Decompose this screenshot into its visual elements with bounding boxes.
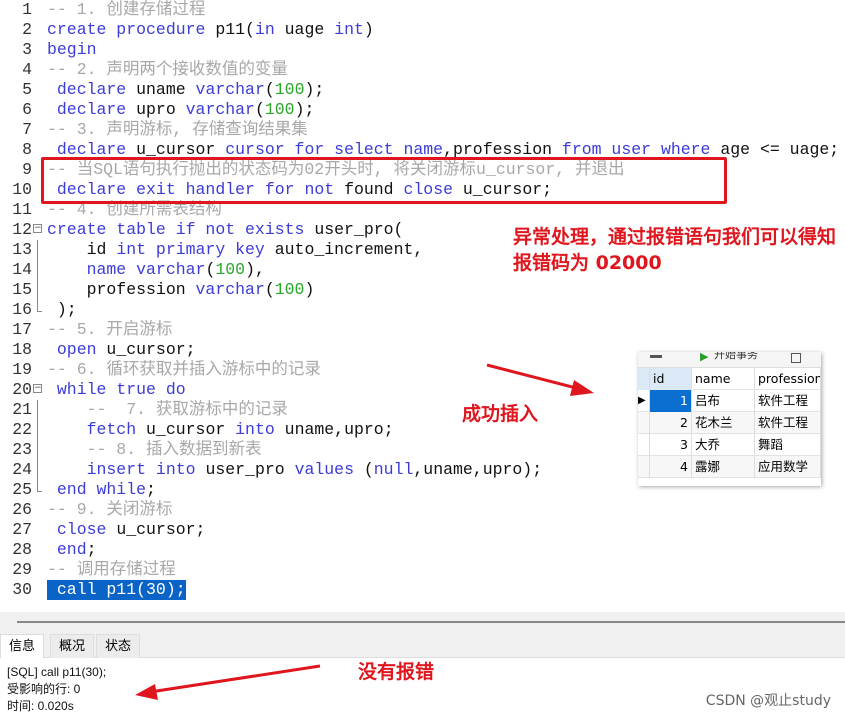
grid-cell[interactable]: 软件工程 [755, 390, 821, 412]
play-icon[interactable]: ▶ [700, 352, 708, 363]
grid-cell[interactable]: 大乔 [692, 434, 755, 456]
grid-cell[interactable]: 4 [650, 456, 692, 478]
grid-cell[interactable]: 露娜 [692, 456, 755, 478]
grid-cell[interactable]: 3 [650, 434, 692, 456]
arrow-to-grid [486, 363, 581, 391]
column-header[interactable]: profession [755, 368, 821, 390]
watermark: CSDN @观止study [705, 693, 831, 709]
message-time: 时间: 0.020s [7, 699, 74, 713]
tab-info[interactable]: 信息 [0, 634, 45, 658]
grid-header[interactable]: id name profession [638, 368, 821, 390]
tab-status[interactable]: 状态 [96, 634, 141, 658]
column-header[interactable]: id [650, 368, 692, 390]
table-row[interactable]: 3 大乔 舞蹈 [638, 434, 821, 456]
tab-overview[interactable]: 概况 [50, 634, 95, 658]
grid-cell[interactable]: 应用数学 [755, 456, 821, 478]
column-header[interactable]: name [692, 368, 755, 390]
message-affected-rows: 受影响的行: 0 [7, 682, 81, 696]
row-selector[interactable] [638, 412, 650, 434]
grid-cell[interactable]: 花木兰 [692, 412, 755, 434]
message-panel: [SQL] call p11(30); 受影响的行: 0 时间: 0.020s [7, 664, 106, 715]
grid-cell[interactable]: 2 [650, 412, 692, 434]
table-row[interactable]: 2 花木兰 软件工程 [638, 412, 821, 434]
current-row-indicator-icon[interactable]: ▶ [638, 390, 650, 412]
grid-cell[interactable]: 1 [650, 390, 692, 412]
arrow-head-icon [135, 684, 158, 700]
arrow-head-icon [570, 380, 594, 396]
text-icon[interactable] [791, 353, 801, 363]
result-tabs: 信息 概况 状态 [0, 633, 845, 658]
table-row[interactable]: ▶ 1 吕布 软件工程 [638, 390, 821, 412]
splitter[interactable] [0, 612, 845, 634]
row-selector[interactable] [638, 456, 650, 478]
row-selector[interactable] [638, 368, 650, 390]
message-sql: [SQL] call p11(30); [7, 665, 107, 679]
row-selector[interactable] [638, 434, 650, 456]
grid-toolbar: ▶ 开始事务 [638, 352, 821, 368]
arrow-to-messages [149, 664, 321, 694]
result-grid[interactable]: ▶ 开始事务 id name profession ▶ 1 吕布 软件工程 2 花木兰 软件工程 3… [638, 352, 821, 486]
grid-cell[interactable]: 舞蹈 [755, 434, 821, 456]
grid-cell[interactable]: 软件工程 [755, 412, 821, 434]
table-row[interactable]: 4 露娜 应用数学 [638, 456, 821, 478]
grid-cell[interactable]: 吕布 [692, 390, 755, 412]
begin-transaction-button[interactable]: 开始事务 [714, 352, 758, 362]
minus-icon[interactable] [650, 355, 662, 358]
